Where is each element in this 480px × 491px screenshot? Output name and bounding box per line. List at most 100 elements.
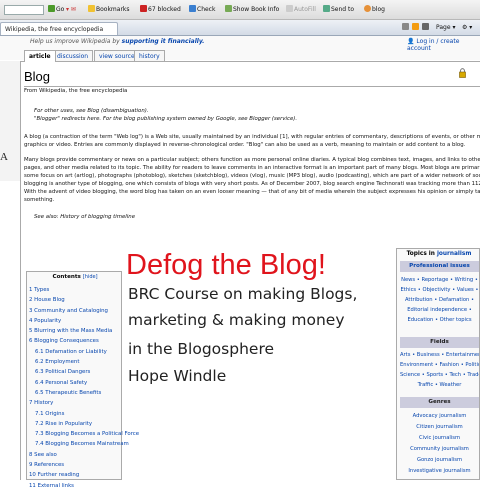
toc-item[interactable]: 7 History <box>29 398 139 408</box>
fields-line[interactable]: Traffic • Weather <box>400 380 479 390</box>
fields-line[interactable]: Science • Sports • Tech • Trade <box>400 370 479 380</box>
wikipedia-logo[interactable]: A <box>0 61 20 181</box>
genres-line[interactable]: Civic journalism <box>400 433 479 443</box>
professional-line[interactable]: Attribution • Defamation • <box>400 295 479 305</box>
check-button[interactable]: Check <box>189 5 215 15</box>
paragraph-body-1: Many blogs provide commentary or news on… <box>24 157 480 163</box>
promo-line-3: in the Blogosphere <box>128 340 275 358</box>
genres-line[interactable]: Citizen journalism <box>400 422 479 432</box>
popup-blocked-button[interactable]: 67 blocked <box>140 5 181 15</box>
toc-item[interactable]: 4 Popularity <box>29 316 139 326</box>
professional-line[interactable]: Education • Other topics <box>400 315 479 325</box>
genres-line[interactable]: Investigative journalism <box>400 466 479 476</box>
tools-menu[interactable]: ⚙ ▾ <box>462 23 472 33</box>
toc-item[interactable]: 6.5 Therapeutic Benefits <box>29 388 139 398</box>
paragraph-body-6: something. <box>24 197 55 203</box>
browser-tab-label: Wikipedia, the free encyclopedia <box>5 26 104 33</box>
print-button[interactable] <box>422 23 430 33</box>
toc-title: Contents [hide] <box>27 274 123 280</box>
bookmarks-button[interactable]: Bookmarks <box>88 5 130 15</box>
donation-text: Help us improve Wikipedia by <box>30 38 120 45</box>
go-label: Go <box>56 6 65 13</box>
fields-heading: Fields <box>400 337 479 348</box>
toc-item[interactable]: 7.2 Rise in Popularity <box>29 419 139 429</box>
toc-item[interactable]: 3 Community and Cataloging <box>29 306 139 316</box>
toc-item[interactable]: 7.3 Blogging Becomes a Political Force <box>29 429 139 439</box>
blocked-label: 67 blocked <box>148 6 181 13</box>
tab-article[interactable]: article <box>24 50 56 62</box>
donation-link[interactable]: supporting it financially. <box>122 38 205 45</box>
go-button[interactable]: Go <box>48 5 64 15</box>
professional-line[interactable]: Ethics • Objectivity • Values • <box>400 285 479 295</box>
toc-item[interactable]: 6.4 Personal Safety <box>29 378 139 388</box>
toc-item[interactable]: 6.1 Defamation or Liability <box>29 347 139 357</box>
send-to-label: Send to <box>331 6 355 13</box>
toc-item[interactable]: 9 References <box>29 460 139 470</box>
fields-line[interactable]: Arts • Business • Entertainment <box>400 350 479 360</box>
toc-item[interactable]: 11 External links <box>29 481 139 491</box>
search-box[interactable]: blog <box>364 5 385 15</box>
autofill-label: AutoFill <box>294 6 316 13</box>
professional-line[interactable]: Editorial independence • <box>400 305 479 315</box>
show-book-info-button[interactable]: Show Book Info <box>225 5 279 15</box>
history-dropdown[interactable]: ▾ ✉ <box>66 5 76 15</box>
promo-line-2: marketing & making money <box>128 311 345 329</box>
go-icon <box>48 5 55 12</box>
toc-item[interactable]: 7.4 Blogging Becomes Mainstream <box>29 439 139 449</box>
toc-hide-link[interactable]: [hide] <box>83 274 98 280</box>
bookmark-star-icon <box>88 5 95 12</box>
login-link[interactable]: 👤 Log in / create account <box>407 38 480 52</box>
title-divider <box>24 86 480 87</box>
toc-item[interactable]: 5 Blurring with the Mass Media <box>29 326 139 336</box>
search-term: blog <box>372 6 385 13</box>
home-icon <box>402 23 409 30</box>
browser-tab[interactable]: Wikipedia, the free encyclopedia <box>0 22 118 35</box>
page-menu[interactable]: Page ▾ <box>436 23 455 33</box>
paragraph-intro-1: A blog (a contraction of the term "Web l… <box>24 134 480 140</box>
blocked-icon <box>140 5 147 12</box>
genres-line[interactable]: Community journalism <box>400 444 479 454</box>
genres-line[interactable]: Advocacy journalism <box>400 411 479 421</box>
toc-item[interactable]: 10 Further reading <box>29 470 139 480</box>
show-book-info-label: Show Book Info <box>233 6 280 13</box>
check-label: Check <box>197 6 216 13</box>
send-to-icon <box>323 5 330 12</box>
genres-heading: Genres <box>400 397 479 408</box>
toc-item[interactable]: 6 Blogging Consequences <box>29 336 139 346</box>
promo-headline: Defog the Blog! <box>126 249 326 281</box>
toc-title-text: Contents <box>52 274 81 280</box>
toc-list: 1 Types 2 House Blog 3 Community and Catal… <box>29 285 139 491</box>
autofill-button[interactable]: AutoFill <box>286 5 316 15</box>
promo-line-4: Hope Windle <box>128 367 227 385</box>
lock-icon <box>459 68 466 78</box>
professional-heading: Professional issues <box>400 261 479 272</box>
topics-link[interactable]: journalism <box>437 251 471 257</box>
toc-item[interactable]: 7.1 Origins <box>29 409 139 419</box>
print-icon <box>422 23 429 30</box>
address-field[interactable] <box>4 5 44 15</box>
personal-bar: Help us improve Wikipedia by supporting … <box>0 36 480 52</box>
home-button[interactable] <box>402 23 410 33</box>
toc-item[interactable]: 6.2 Employment <box>29 357 139 367</box>
send-to-button[interactable]: Send to <box>323 5 354 15</box>
paragraph-body-4: blogging is another type of blogging, on… <box>24 181 480 187</box>
from-line: From Wikipedia, the free encyclopedia <box>24 88 128 94</box>
toc-item[interactable]: 8 See also <box>29 450 139 460</box>
journalism-sidebox: Topics in journalism Professional issues… <box>396 248 480 480</box>
bookmarks-label: Bookmarks <box>96 6 130 13</box>
professional-line[interactable]: News • Reportage • Writing • <box>400 275 479 285</box>
topics-heading: Topics in journalism <box>397 251 480 257</box>
promo-line-1: BRC Course on making Blogs, <box>128 285 358 303</box>
browser-tab-bar: Wikipedia, the free encyclopedia Page ▾ … <box>0 20 480 36</box>
hatnote-blogger: "Blogger" redirects here. For the blog p… <box>34 116 298 122</box>
toc-item[interactable]: 2 House Blog <box>29 295 139 305</box>
feed-button[interactable] <box>412 23 420 33</box>
toc-item[interactable]: 6.3 Political Dangers <box>29 367 139 377</box>
professional-link[interactable]: Professional issues <box>409 263 470 269</box>
genres-line[interactable]: Gonzo journalism <box>400 455 479 465</box>
user-icon: 👤 <box>407 38 415 45</box>
fields-line[interactable]: Environment • Fashion • Politics <box>400 360 479 370</box>
paragraph-body-2: pages, and other media related to its to… <box>24 165 480 171</box>
toc-item[interactable]: 1 Types <box>29 285 139 295</box>
login-label: Log in / create account <box>407 38 460 52</box>
